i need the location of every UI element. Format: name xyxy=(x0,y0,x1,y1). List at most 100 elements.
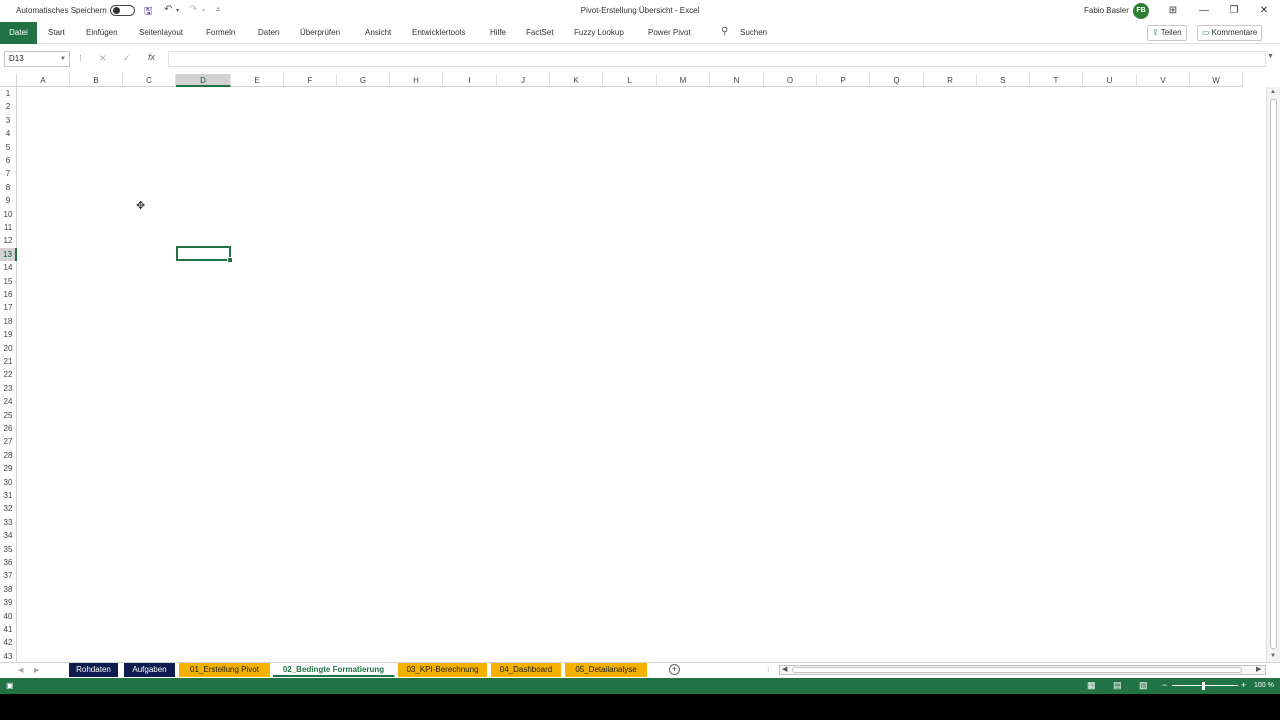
column-header[interactable]: N xyxy=(710,74,764,87)
column-header[interactable]: E xyxy=(231,74,284,87)
row-header[interactable]: 2 xyxy=(0,100,17,114)
row-header[interactable]: 34 xyxy=(0,529,17,543)
search-icon[interactable]: ⚲ xyxy=(721,26,728,37)
row-header[interactable]: 43 xyxy=(0,649,17,662)
row-header[interactable]: 11 xyxy=(0,221,17,235)
row-header[interactable]: 28 xyxy=(0,448,17,463)
macro-record-icon[interactable]: ▣ xyxy=(6,681,14,690)
row-header[interactable]: 26 xyxy=(0,422,17,436)
row-header[interactable]: 24 xyxy=(0,395,17,409)
column-header[interactable]: I xyxy=(443,74,497,87)
cancel-icon[interactable]: ✕ xyxy=(99,53,107,64)
prev-sheet-icon[interactable]: ◀ xyxy=(18,666,23,674)
zoom-slider-knob[interactable] xyxy=(1202,682,1205,690)
row-header[interactable]: 29 xyxy=(0,462,17,476)
row-header[interactable]: 16 xyxy=(0,288,17,302)
row-header[interactable]: 3 xyxy=(0,113,17,128)
scrollbar-splitter-icon[interactable]: ⁝ xyxy=(767,665,770,674)
column-header[interactable]: J xyxy=(497,74,550,87)
minimize-icon[interactable]: — xyxy=(1194,3,1214,19)
tab-formeln[interactable]: Formeln xyxy=(206,28,235,37)
column-header[interactable]: U xyxy=(1083,74,1137,87)
sheet-tab-rohdaten[interactable]: Rohdaten xyxy=(69,663,119,677)
sheet-tab-kpi-berechnung[interactable]: 03_KPI-Berechnung xyxy=(398,663,488,677)
row-header[interactable]: 27 xyxy=(0,435,17,449)
column-header[interactable]: M xyxy=(657,74,710,87)
column-header[interactable]: S xyxy=(977,74,1030,87)
normal-view-icon[interactable]: ▦ xyxy=(1087,680,1096,691)
row-header[interactable]: 18 xyxy=(0,314,17,329)
scroll-down-icon[interactable]: ▼ xyxy=(1270,653,1276,659)
sheet-tab-aufgaben[interactable]: Aufgaben xyxy=(124,663,176,677)
sheet-tab-bedingte-formatierung[interactable]: 02_Bedingte Formatierung xyxy=(273,663,395,677)
active-cell-d13[interactable] xyxy=(176,246,233,263)
row-header[interactable]: 30 xyxy=(0,475,17,489)
formula-input[interactable] xyxy=(168,51,1266,67)
row-header[interactable]: 22 xyxy=(0,368,17,382)
tab-datei[interactable]: Datei xyxy=(0,22,37,44)
column-header[interactable]: W xyxy=(1190,74,1243,87)
sheet-tab-dashboard[interactable]: 04_Dashboard xyxy=(491,663,562,677)
vertical-scroll-thumb[interactable] xyxy=(1270,99,1277,649)
column-header[interactable]: F xyxy=(284,74,337,87)
scroll-left-icon[interactable]: ◀ xyxy=(782,665,787,673)
tab-hilfe[interactable]: Hilfe xyxy=(490,28,506,37)
row-header[interactable]: 10 xyxy=(0,207,17,221)
column-header[interactable]: H xyxy=(390,74,443,87)
row-header[interactable]: 19 xyxy=(0,328,17,342)
row-header[interactable]: 33 xyxy=(0,515,17,530)
tab-daten[interactable]: Daten xyxy=(258,28,279,37)
row-header[interactable]: 8 xyxy=(0,180,17,195)
tab-ansicht[interactable]: Ansicht xyxy=(365,28,391,37)
tab-fuzzy-lookup[interactable]: Fuzzy Lookup xyxy=(574,28,624,37)
tab-start[interactable]: Start xyxy=(48,28,65,37)
page-layout-view-icon[interactable]: ▤ xyxy=(1113,680,1122,691)
column-header[interactable]: D xyxy=(176,74,231,87)
worksheet-grid[interactable]: ABCDEFGHIJKLMNOPQRSTUVW 1 2 3 4 5 6 7 8 9 10 11 12 1… xyxy=(0,74,1280,662)
row-header[interactable]: 41 xyxy=(0,623,17,637)
share-button[interactable]: ⇪ Teilen xyxy=(1147,25,1187,41)
user-name[interactable]: Fabio Basler xyxy=(1084,6,1129,15)
restore-icon[interactable]: ❐ xyxy=(1224,3,1244,19)
search-label[interactable]: Suchen xyxy=(740,28,767,37)
column-header[interactable]: A xyxy=(17,74,70,87)
column-header[interactable]: P xyxy=(817,74,870,87)
row-header[interactable]: 12 xyxy=(0,234,17,248)
row-header[interactable]: 23 xyxy=(0,381,17,396)
row-header[interactable]: 42 xyxy=(0,636,17,650)
row-header[interactable]: 40 xyxy=(0,609,17,623)
row-header[interactable]: 31 xyxy=(0,489,17,503)
zoom-in-icon[interactable]: + xyxy=(1241,680,1246,690)
tab-ueberpruefen[interactable]: Überprüfen xyxy=(300,28,340,37)
row-header[interactable]: 15 xyxy=(0,274,17,288)
tab-einfuegen[interactable]: Einfügen xyxy=(86,28,118,37)
row-header[interactable]: 20 xyxy=(0,341,17,355)
avatar[interactable]: FB xyxy=(1133,3,1149,19)
column-header[interactable]: O xyxy=(764,74,817,87)
row-header[interactable]: 39 xyxy=(0,596,17,610)
row-header[interactable]: 5 xyxy=(0,140,17,154)
scroll-right-icon[interactable]: ▶ xyxy=(1256,665,1261,673)
column-header[interactable]: B xyxy=(70,74,123,87)
zoom-level[interactable]: 100 % xyxy=(1254,682,1274,689)
row-header[interactable]: 13 xyxy=(0,247,17,262)
column-header[interactable]: L xyxy=(603,74,657,87)
tab-entwicklertools[interactable]: Entwicklertools xyxy=(412,28,465,37)
row-header[interactable]: 38 xyxy=(0,582,17,597)
ribbon-display-options-icon[interactable]: ⊞ xyxy=(1163,3,1183,19)
row-header[interactable]: 35 xyxy=(0,542,17,556)
page-break-view-icon[interactable]: ▧ xyxy=(1139,680,1148,691)
close-icon[interactable]: ✕ xyxy=(1254,3,1274,19)
zoom-slider[interactable] xyxy=(1172,685,1238,686)
add-sheet-icon[interactable]: + xyxy=(669,664,680,675)
next-sheet-icon[interactable]: ▶ xyxy=(34,666,39,674)
row-header[interactable]: 14 xyxy=(0,261,17,275)
tab-factset[interactable]: FactSet xyxy=(526,28,554,37)
name-box[interactable]: D13 ▼ xyxy=(4,51,70,67)
sheet-tab-erstellung-pivot[interactable]: 01_Erstellung Pivot xyxy=(179,663,271,677)
tab-seitenlayout[interactable]: Seitenlayout xyxy=(139,28,183,37)
select-all-corner[interactable] xyxy=(0,74,17,87)
row-header[interactable]: 37 xyxy=(0,569,17,583)
row-header[interactable]: 9 xyxy=(0,194,17,208)
row-header[interactable]: 17 xyxy=(0,301,17,315)
